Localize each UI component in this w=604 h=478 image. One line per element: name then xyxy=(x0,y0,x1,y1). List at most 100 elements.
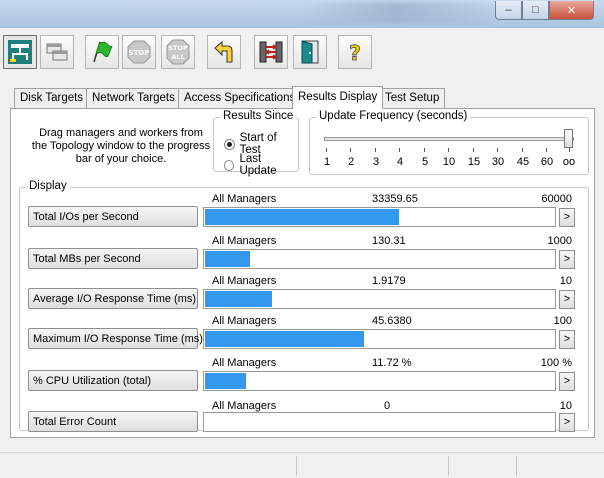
row-max: 10 xyxy=(559,400,572,412)
tick xyxy=(350,148,351,152)
tick-label: 1 xyxy=(323,156,331,168)
total-mbs-bar[interactable] xyxy=(203,249,556,269)
frequency-slider-thumb[interactable] xyxy=(564,129,573,148)
row-max: 60000 xyxy=(541,193,572,205)
display-label: Display xyxy=(26,180,70,192)
results-since-group: Results Since Start of Test Last Update xyxy=(213,110,299,177)
back-arrow-icon xyxy=(214,40,233,63)
start-button[interactable] xyxy=(85,35,119,69)
exit-button[interactable] xyxy=(293,35,327,69)
minimize-button[interactable]: – xyxy=(495,1,522,20)
svg-text:?: ? xyxy=(349,41,361,65)
update-frequency-group: Update Frequency (seconds) 1 2 3 4 5 10 … xyxy=(309,110,589,175)
network-button[interactable] xyxy=(254,35,288,69)
tick-label: 60 xyxy=(540,156,554,168)
total-ios-bar[interactable] xyxy=(203,207,556,227)
exit-door-icon xyxy=(301,40,319,64)
total-mbs-button[interactable]: Total MBs per Second xyxy=(28,248,198,269)
tick-label: 4 xyxy=(396,156,404,168)
tick xyxy=(569,148,570,152)
topology-icon xyxy=(8,40,32,64)
drag-hint-text: Drag managers and workers from the Topol… xyxy=(31,127,211,165)
results-since-label: Results Since xyxy=(220,110,297,122)
stop-button[interactable]: STOP xyxy=(122,35,156,69)
reset-button[interactable] xyxy=(207,35,241,69)
svg-text:STOP: STOP xyxy=(129,49,150,57)
help-button[interactable]: ? xyxy=(338,35,372,69)
cpu-utilization-button[interactable]: % CPU Utilization (total) xyxy=(28,370,198,391)
status-divider xyxy=(296,456,297,476)
tick xyxy=(497,148,498,152)
tick-label: 5 xyxy=(421,156,429,168)
expand-arrow-button[interactable]: > xyxy=(559,208,575,227)
bar-fill xyxy=(205,373,246,389)
row-max: 1000 xyxy=(547,235,572,247)
tick xyxy=(399,148,400,152)
row-source: All Managers xyxy=(212,235,277,247)
maximize-button[interactable]: □ xyxy=(522,1,549,20)
tab-disk-targets[interactable]: Disk Targets xyxy=(14,88,90,108)
tick xyxy=(546,148,547,152)
radio-dot xyxy=(224,138,235,150)
avg-response-time-bar[interactable] xyxy=(203,289,556,309)
tick-label: 10 xyxy=(442,156,456,168)
row-source: All Managers xyxy=(212,357,277,369)
tick-label: 45 xyxy=(516,156,530,168)
expand-arrow-button[interactable]: > xyxy=(559,330,575,349)
title-bar: – □ ✕ xyxy=(0,0,604,28)
tick xyxy=(522,148,523,152)
svg-text:ALL: ALL xyxy=(171,53,184,61)
row-max: 100 % xyxy=(540,357,572,369)
toolbar: STOP STOP ALL ? xyxy=(0,28,604,76)
stop-sign-icon: STOP xyxy=(127,40,151,64)
row-source: All Managers xyxy=(212,193,277,205)
topology-button[interactable] xyxy=(3,35,37,69)
help-icon: ? xyxy=(349,41,361,66)
results-display-panel: Drag managers and workers from the Topol… xyxy=(10,108,595,438)
tick-label: 3 xyxy=(372,156,380,168)
total-ios-button[interactable]: Total I/Os per Second xyxy=(28,206,198,227)
bar-fill xyxy=(205,209,400,225)
workers-icon xyxy=(46,43,68,61)
stop-all-icon: STOP ALL xyxy=(166,39,190,65)
row-value: 1.9179 xyxy=(372,275,406,287)
green-flag-icon xyxy=(93,41,113,63)
tick-label: oo xyxy=(562,156,576,168)
max-response-time-bar[interactable] xyxy=(203,329,556,349)
row-value: 0 xyxy=(384,400,391,412)
stop-all-button[interactable]: STOP ALL xyxy=(161,35,195,69)
workers-button[interactable] xyxy=(40,35,74,69)
tick-label: 2 xyxy=(347,156,355,168)
window-controls: – □ ✕ xyxy=(495,1,594,20)
tab-results-display[interactable]: Results Display xyxy=(292,86,384,109)
avg-response-time-button[interactable]: Average I/O Response Time (ms) xyxy=(28,288,198,309)
tick xyxy=(326,148,327,152)
bar-fill xyxy=(205,251,251,267)
frequency-ticks: 1 2 3 4 5 10 15 30 45 60 oo xyxy=(310,148,580,170)
row-value: 45.6380 xyxy=(372,315,412,327)
blurred-background xyxy=(300,2,490,24)
cpu-utilization-bar[interactable] xyxy=(203,371,556,391)
expand-arrow-button[interactable]: > xyxy=(559,372,575,391)
radio-last-update[interactable]: Last Update xyxy=(224,153,298,177)
max-response-time-button[interactable]: Maximum I/O Response Time (ms) xyxy=(28,328,203,349)
network-icon xyxy=(259,41,283,63)
row-source: All Managers xyxy=(212,400,277,412)
tab-network-targets[interactable]: Network Targets xyxy=(86,88,181,108)
total-error-count-button[interactable]: Total Error Count xyxy=(28,411,198,432)
expand-arrow-button[interactable]: > xyxy=(559,250,575,269)
bar-fill xyxy=(205,291,272,307)
tab-test-setup[interactable]: Test Setup xyxy=(379,88,446,108)
expand-arrow-button[interactable]: > xyxy=(559,413,575,432)
svg-text:STOP: STOP xyxy=(168,44,188,52)
row-source: All Managers xyxy=(212,275,277,287)
tab-access-specifications[interactable]: Access Specifications xyxy=(178,88,302,108)
update-frequency-label: Update Frequency (seconds) xyxy=(316,110,471,122)
display-group: Display All Managers 33359.65 60000 Tota… xyxy=(19,180,589,432)
row-max: 100 xyxy=(553,315,572,327)
total-error-count-bar[interactable] xyxy=(203,412,556,432)
expand-arrow-button[interactable]: > xyxy=(559,290,575,309)
frequency-slider-track[interactable] xyxy=(324,137,574,141)
close-button[interactable]: ✕ xyxy=(549,1,594,20)
tick xyxy=(424,148,425,152)
